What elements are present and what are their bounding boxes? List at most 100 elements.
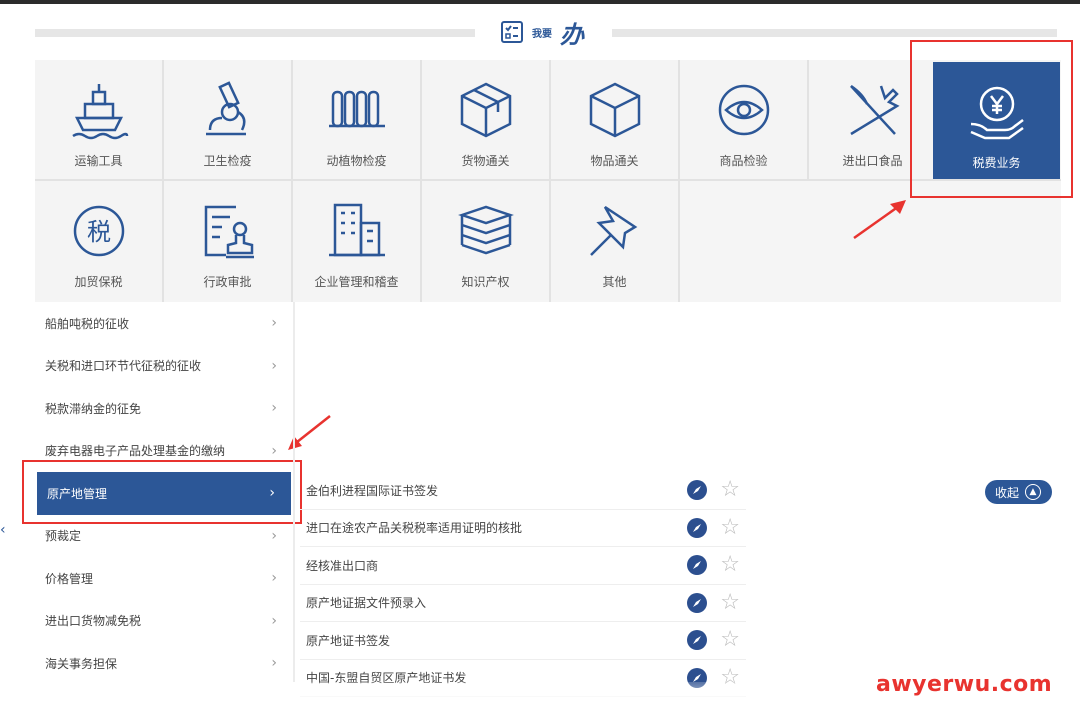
chevron-right-icon: › [271, 612, 277, 629]
tile-enterprise-audit[interactable]: 企业管理和稽查 [293, 181, 420, 300]
list-item-label: 进口在途农产品关税税率适用证明的核批 [306, 521, 523, 536]
header-small-text: 我要 [532, 28, 552, 40]
tile-commodity-inspection[interactable]: 商品检验 [680, 60, 807, 179]
tile-label: 加贸保税 [74, 275, 123, 289]
list-item-label: 金伯利进程国际证书签发 [306, 483, 439, 498]
svg-text:税: 税 [87, 218, 111, 246]
approval-icon [204, 205, 254, 259]
star-icon[interactable]: ☆ [720, 516, 740, 539]
menu-item-advance-ruling[interactable]: 预裁定 › [35, 515, 293, 558]
tile-label: 物品通关 [590, 154, 639, 168]
tile-plant-animal[interactable]: 动植物检疫 [293, 60, 420, 179]
chevron-right-icon: › [271, 400, 277, 417]
watermark: awyerwu.com [876, 672, 1053, 697]
tile-other[interactable]: 其他 [551, 181, 678, 300]
menu-item-duty-exemption[interactable]: 进出口货物减免税 › [35, 600, 293, 643]
utensils-icon [849, 84, 900, 136]
menu-item-customs-duties[interactable]: 关税和进口环节代征税的征收 › [35, 345, 293, 388]
chevron-right-icon: › [271, 655, 277, 672]
menu-item-origin-management[interactable]: 原产地管理 › [37, 472, 291, 515]
list-item-label: 经核准出口商 [306, 558, 379, 573]
star-icon[interactable]: ☆ [720, 479, 740, 501]
menu-item-late-fees[interactable]: 税款滞纳金的征免 › [35, 387, 293, 430]
tile-processing-trade[interactable]: 税 加贸保税 [35, 181, 162, 300]
highlight-box-tax-tile [910, 40, 1073, 198]
chevron-up-icon: ▲ [1025, 484, 1042, 500]
section-header: 我要 办 [500, 14, 610, 50]
grid-divider [162, 60, 164, 302]
tile-label: 货物通关 [461, 154, 510, 168]
tax-submenu: 船舶吨税的征收 › 关税和进口环节代征税的征收 › 税款滞纳金的征免 › 废弃电器电子… [35, 302, 293, 685]
menu-item-label: 船舶吨税的征收 [45, 316, 130, 331]
building-icon [328, 203, 385, 257]
tile-intellectual-property[interactable]: 知识产权 [422, 181, 549, 300]
eye-icon [718, 84, 769, 136]
compass-icon[interactable] [686, 554, 708, 576]
ship-icon [71, 84, 128, 140]
compass-icon[interactable] [686, 479, 708, 501]
books-icon [457, 205, 514, 255]
collapse-label: 收起 [995, 485, 1020, 500]
menu-item-tonnage-tax[interactable]: 船舶吨税的征收 › [35, 302, 293, 345]
list-item[interactable]: 进口在途农产品关税税率适用证明的核批 ☆ [300, 510, 746, 547]
list-item[interactable]: 原产地证据文件预录入 ☆ [300, 585, 746, 622]
compass-icon[interactable] [686, 517, 708, 539]
bottom-fade [0, 682, 870, 709]
tile-label: 运输工具 [74, 154, 123, 168]
list-item[interactable]: 原产地证书签发 ☆ [300, 622, 746, 660]
tile-label: 进出口食品 [842, 154, 903, 168]
chevron-right-icon: › [271, 442, 277, 459]
chevron-right-icon: › [269, 485, 275, 502]
menu-item-label: 税款滞纳金的征免 [45, 401, 142, 416]
tile-transport[interactable]: 运输工具 [35, 60, 162, 179]
tile-label: 其他 [602, 275, 627, 289]
service-item-list: 金伯利进程国际证书签发 ☆ 进口在途农产品关税税率适用证明的核批 ☆ 经核准出口… [300, 472, 746, 697]
star-icon[interactable]: ☆ [720, 591, 740, 614]
header-title: 办 [560, 19, 584, 49]
grid-divider [807, 60, 809, 180]
chevron-right-icon: › [271, 357, 277, 374]
arrow-icon [853, 200, 906, 240]
plant-icon [328, 90, 385, 128]
tile-goods-clearance[interactable]: 物品通关 [551, 60, 678, 179]
box-icon [589, 82, 640, 138]
microscope-icon [205, 81, 246, 136]
tile-label: 行政审批 [203, 275, 252, 289]
tile-label: 企业管理和稽查 [314, 275, 399, 289]
top-border [0, 0, 1080, 4]
tile-health-quarantine[interactable]: 卫生检疫 [164, 60, 291, 179]
tile-administrative-approval[interactable]: 行政审批 [164, 181, 291, 300]
tile-cargo-clearance[interactable]: 货物通关 [422, 60, 549, 179]
grid-divider [35, 179, 1061, 181]
tile-label: 动植物检疫 [326, 154, 387, 168]
compass-icon[interactable] [686, 592, 708, 614]
list-item[interactable]: 经核准出口商 ☆ [300, 547, 746, 585]
tile-label: 知识产权 [461, 275, 510, 289]
collapse-button[interactable]: 收起 ▲ [985, 480, 1052, 504]
checklist-icon [501, 21, 523, 43]
menu-item-label: 关税和进口环节代征税的征收 [45, 359, 202, 374]
grid-divider [678, 60, 680, 302]
menu-divider [293, 302, 295, 682]
grid-divider [291, 60, 293, 302]
package-icon [460, 82, 511, 138]
list-item[interactable]: 金伯利进程国际证书签发 ☆ [300, 472, 746, 510]
star-icon[interactable]: ☆ [720, 629, 740, 651]
chevron-right-icon: › [271, 315, 277, 332]
tax-icon: 税 [73, 205, 124, 257]
side-expand-icon[interactable]: ‹ [0, 522, 10, 550]
menu-item-customs-guarantee[interactable]: 海关事务担保 › [35, 642, 293, 685]
chevron-right-icon: › [271, 527, 277, 544]
menu-item-label: 价格管理 [45, 571, 94, 586]
menu-item-label: 进出口货物减免税 [45, 614, 142, 629]
pin-icon [589, 205, 637, 256]
star-icon[interactable]: ☆ [720, 554, 740, 576]
compass-icon[interactable] [686, 629, 708, 651]
menu-item-price-management[interactable]: 价格管理 › [35, 557, 293, 600]
menu-item-label: 海关事务担保 [45, 656, 118, 671]
tile-label: 商品检验 [719, 154, 768, 168]
list-item-label: 原产地证书签发 [306, 633, 391, 648]
menu-item-ewaste-fund[interactable]: 废弃电器电子产品处理基金的缴纳 › [35, 430, 293, 473]
list-item-label: 原产地证据文件预录入 [306, 596, 427, 611]
chevron-right-icon: › [271, 570, 277, 587]
